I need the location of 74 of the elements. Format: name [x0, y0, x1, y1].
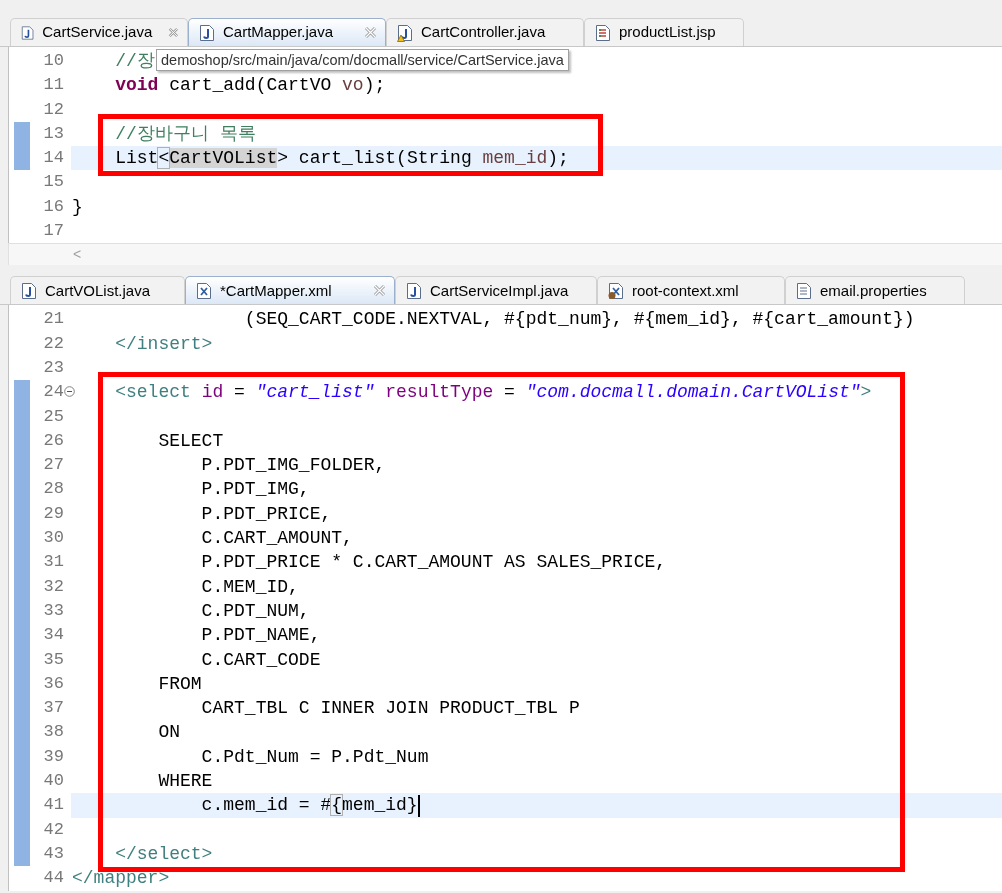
close-icon[interactable]: [364, 26, 377, 39]
code-line: P.PDT_IMG,: [200, 479, 310, 500]
collapse-icon[interactable]: [64, 386, 75, 398]
editor-tab[interactable]: productList.jsp: [584, 18, 744, 46]
close-icon[interactable]: [373, 284, 386, 298]
line-number: 13: [43, 122, 64, 145]
line-number: 33: [43, 599, 64, 622]
code-line: WHERE: [157, 771, 213, 791]
line-number: 38: [43, 721, 64, 744]
line-number: 17: [43, 220, 64, 243]
close-icon[interactable]: [168, 26, 179, 39]
editor-tab[interactable]: CartController.java: [386, 18, 584, 46]
editor-tab[interactable]: CartMapper.java: [188, 18, 386, 46]
code-line: SELECT: [157, 430, 224, 451]
code-line: (SEQ_CART_CODE.NEXTVAL, #{pdt_num}, #{mem_id}, #{cart_amount}): [243, 309, 915, 330]
code-line: </insert>: [114, 333, 213, 354]
line-number: 43: [43, 842, 64, 865]
line-number: 21: [43, 308, 64, 331]
code-line: </mapper>: [72, 868, 170, 889]
code-line: //장: [114, 51, 155, 71]
file-path-tooltip: demoshop/src/main/java/com/docmall/service/CartService.java: [156, 49, 569, 71]
line-number: 14: [43, 147, 64, 170]
code-line: P.PDT_IMG_FOLDER,: [200, 455, 386, 476]
code-line: </select>: [114, 843, 213, 864]
code-line: <select id = "cart_list" resultType = "com.docmall.domain.CartVOList">: [114, 382, 872, 403]
line-number: 37: [43, 697, 64, 720]
code-line: C.PDT_NUM,: [200, 600, 310, 621]
code-editor[interactable]: 10 //장 11 void cart_add(CartVO vo); 12 13 //장바구니 목록 14 List<CartVOList> cart_list(String mem_id); 15 16 } 17 demoshop/src/main/java/com/docmall/service/CartService.java: [8, 47, 1002, 244]
code-editor[interactable]: [8, 305, 1002, 891]
line-number: 26: [43, 429, 64, 452]
code-line: P.PDT_NAME,: [200, 625, 321, 646]
line-number: 36: [43, 672, 64, 695]
editor-tab[interactable]: root-context.xml: [597, 276, 785, 305]
code-line: C.CART_AMOUNT,: [200, 528, 353, 549]
line-number: 28: [43, 478, 64, 501]
editor-tab[interactable]: *CartMapper.xml: [185, 276, 395, 305]
line-number: 16: [43, 195, 64, 218]
line-number: 32: [43, 575, 64, 598]
line-number: 12: [43, 98, 64, 121]
line-number: 34: [43, 624, 64, 647]
code-line: FROM: [157, 673, 202, 694]
editor-tab[interactable]: CartService.java: [10, 18, 188, 46]
editor-tab[interactable]: CartVOList.java: [10, 276, 185, 305]
line-number: 42: [43, 818, 64, 841]
code-line: List<CartVOList> cart_list(String mem_id);: [114, 148, 569, 169]
line-number: 41: [43, 794, 64, 817]
editor-tab[interactable]: email.properties: [785, 276, 965, 305]
code-line: P.PDT_PRICE,: [200, 503, 332, 524]
line-number: 35: [43, 648, 64, 671]
code-line: ON: [157, 722, 181, 743]
code-line: //장바구니 목록: [114, 123, 256, 144]
line-number: 24: [43, 381, 64, 404]
line-number: 10: [43, 50, 64, 72]
line-number: 11: [43, 74, 64, 97]
line-number: 29: [43, 502, 64, 525]
line-number: 27: [43, 454, 64, 477]
code-line: void cart_add(CartVO vo);: [114, 75, 386, 96]
code-line: CART_TBL C INNER JOIN PRODUCT_TBL P: [200, 698, 580, 719]
code-line: }: [72, 196, 83, 217]
code-line: C.CART_CODE: [200, 649, 321, 670]
line-number: 22: [43, 332, 64, 355]
code-line: P.PDT_PRICE * C.CART_AMOUNT AS SALES_PRICE,: [200, 552, 667, 573]
line-number: 23: [43, 356, 64, 379]
line-number: 15: [43, 171, 64, 194]
code-line: c.mem_id = #{mem_id}: [200, 795, 418, 816]
code-line: C.Pdt_Num = P.Pdt_Num: [200, 746, 429, 767]
line-number: 31: [43, 551, 64, 574]
line-number: 39: [43, 745, 64, 768]
code-line: C.MEM_ID,: [200, 576, 299, 597]
editor-tab[interactable]: CartServiceImpl.java: [395, 276, 597, 305]
line-number: 44: [43, 867, 64, 890]
line-number: 40: [43, 770, 64, 792]
line-number: 30: [43, 527, 64, 550]
line-number: 25: [43, 405, 64, 428]
